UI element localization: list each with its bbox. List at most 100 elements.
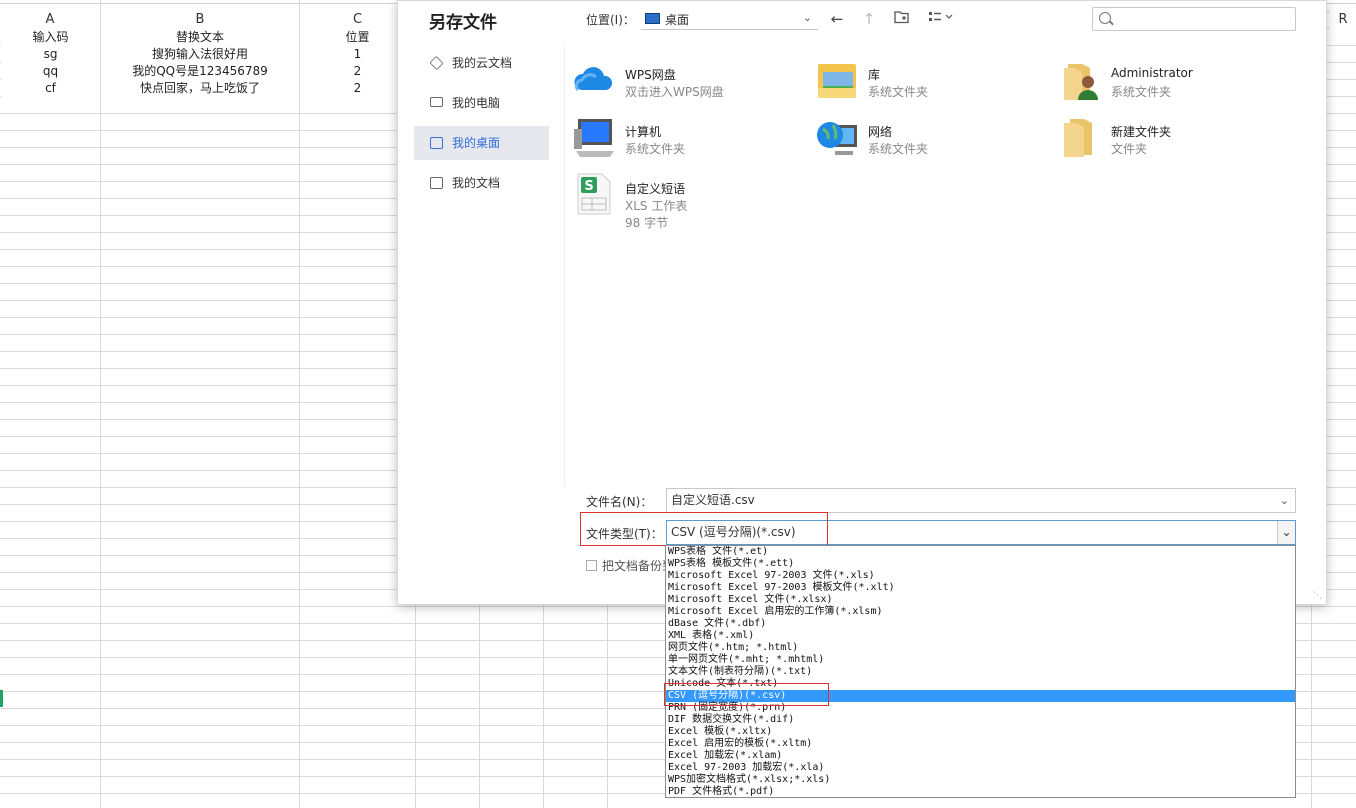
active-row-marker [0, 690, 3, 707]
cloud-icon [574, 67, 613, 92]
dropdown-option[interactable]: DIF 数据交换文件(*.dif) [666, 714, 1295, 726]
sidebar-item-label: 我的电脑 [452, 96, 501, 110]
file-subtitle: 系统文件夹 [868, 85, 929, 99]
dropdown-option[interactable]: Microsoft Excel 文件(*.xlsx) [666, 594, 1295, 606]
dropdown-option[interactable]: 文本文件(制表符分隔)(*.txt) [666, 666, 1295, 678]
file-item-network[interactable]: 网络 系统文件夹 [813, 113, 1043, 163]
dialog-title: 另存文件 [429, 13, 497, 33]
library-icon [818, 64, 856, 98]
column-divider [100, 0, 101, 808]
spreadsheet-file-icon: S [577, 173, 611, 215]
file-name: Administrator [1111, 66, 1193, 80]
filename-field[interactable]: 自定义短语.csv ⌄ [666, 488, 1296, 513]
cell-a4[interactable]: cf [1, 80, 100, 97]
chevron-down-icon[interactable]: ⌄ [1277, 521, 1295, 544]
file-subtitle: XLS 工作表 [625, 199, 688, 213]
backup-label: 把文档备份到 [602, 559, 675, 573]
filetype-dropdown-list: WPS表格 文件(*.et) WPS表格 模板文件(*.ett) Microsoft… [665, 545, 1296, 798]
column-divider [299, 0, 300, 808]
file-subtitle: 系统文件夹 [625, 142, 686, 156]
file-item-wps-cloud[interactable]: WPS网盘 双击进入WPS网盘 [570, 56, 800, 106]
save-as-dialog: 另存文件 位置(I)： 桌面 ⌄ ← ↑ 我的云文档 我的电脑 我的桌面 我的文… [397, 0, 1327, 605]
user-folder-icon [1064, 64, 1098, 100]
dropdown-option[interactable]: XML 表格(*.xml) [666, 630, 1295, 642]
column-header-r[interactable]: R [1330, 11, 1356, 29]
dropdown-option[interactable]: dBase 文件(*.dbf) [666, 618, 1295, 630]
file-name: 计算机 [625, 125, 662, 139]
file-name: 自定义短语 [625, 182, 686, 196]
location-select[interactable]: 桌面 ⌄ [641, 8, 818, 30]
svg-text:S: S [584, 179, 593, 194]
search-input[interactable] [1092, 7, 1296, 31]
file-name: WPS网盘 [625, 68, 676, 82]
file-subtitle: 文件夹 [1111, 142, 1148, 156]
sidebar-item-desktop[interactable]: 我的桌面 [414, 126, 549, 160]
dropdown-option[interactable]: 网页文件(*.htm; *.html) [666, 642, 1295, 654]
file-subtitle: 双击进入WPS网盘 [625, 85, 724, 99]
cell-a1[interactable]: 输入码 [1, 29, 100, 46]
file-name: 新建文件夹 [1111, 125, 1172, 139]
chevron-down-icon[interactable]: ⌄ [1280, 489, 1289, 512]
monitor-icon [430, 97, 443, 107]
file-size: 98 字节 [625, 216, 669, 230]
cell-b3[interactable]: 我的QQ号是123456789 [101, 63, 299, 80]
dropdown-option[interactable]: Microsoft Excel 97-2003 文件(*.xls) [666, 570, 1295, 582]
dropdown-option[interactable]: WPS表格 模板文件(*.ett) [666, 558, 1295, 570]
dropdown-option[interactable]: PDF 文件格式(*.pdf) [666, 786, 1295, 797]
dropdown-option[interactable]: Excel 启用宏的模板(*.xltm) [666, 738, 1295, 750]
file-item-administrator[interactable]: Administrator 系统文件夹 [1056, 56, 1286, 106]
highlight-box [580, 512, 828, 546]
location-label: 位置(I)： [586, 13, 635, 27]
file-name: 网络 [868, 125, 893, 139]
file-list: WPS网盘 双击进入WPS网盘 库 系统文件夹 Administrator 系统… [570, 56, 1310, 236]
backup-option[interactable]: 把文档备份到 [586, 557, 674, 574]
cell-b1[interactable]: 替换文本 [101, 29, 299, 46]
back-arrow-icon[interactable]: ← [826, 8, 848, 30]
chevron-down-icon: ⌄ [802, 11, 812, 24]
file-name: 库 [868, 68, 881, 82]
sidebar-item-cloud-docs[interactable]: 我的云文档 [414, 46, 549, 80]
view-mode-icon[interactable] [926, 8, 958, 30]
dropdown-option[interactable]: Excel 97-2003 加载宏(*.xla) [666, 762, 1295, 774]
new-folder-icon[interactable] [891, 8, 913, 30]
filename-value: 自定义短语.csv [671, 493, 755, 507]
up-arrow-icon[interactable]: ↑ [858, 8, 880, 30]
dialog-sidebar: 我的云文档 我的电脑 我的桌面 我的文档 [414, 46, 549, 206]
dropdown-option[interactable]: Excel 加载宏(*.xlam) [666, 750, 1295, 762]
cell-a3[interactable]: qq [1, 63, 100, 80]
sidebar-item-label: 我的文档 [452, 176, 501, 190]
dropdown-option[interactable]: 单一网页文件(*.mht; *.mhtml) [666, 654, 1295, 666]
resize-grip-icon[interactable]: ⋱ [1313, 591, 1322, 601]
network-globe-icon [817, 122, 857, 155]
column-header-a[interactable]: A [0, 11, 100, 29]
file-item-new-folder[interactable]: 新建文件夹 文件夹 [1056, 113, 1286, 163]
dropdown-option[interactable]: Excel 模板(*.xltx) [666, 726, 1295, 738]
file-item-custom-phrases[interactable]: S 自定义短语 XLS 工作表 98 字节 [570, 170, 800, 232]
dropdown-option[interactable]: WPS加密文档格式(*.xlsx;*.xls) [666, 774, 1295, 786]
folder-icon [430, 177, 443, 189]
sidebar-item-label: 我的云文档 [452, 56, 513, 70]
file-item-library[interactable]: 库 系统文件夹 [813, 56, 1043, 106]
dropdown-option[interactable]: WPS表格 文件(*.et) [666, 546, 1295, 558]
cell-b4[interactable]: 快点回家，马上吃饭了 [101, 80, 299, 97]
cube-icon [429, 55, 444, 71]
column-header-b[interactable]: B [101, 11, 299, 29]
dropdown-option[interactable]: Microsoft Excel 启用宏的工作簿(*.xlsm) [666, 606, 1295, 618]
sidebar-divider [564, 46, 565, 486]
search-icon [1099, 12, 1111, 24]
cell-a2[interactable]: sg [1, 46, 100, 63]
dropdown-option[interactable]: Microsoft Excel 97-2003 模板文件(*.xlt) [666, 582, 1295, 594]
filename-label: 文件名(N)： [586, 495, 653, 509]
folder-icon [1064, 119, 1092, 157]
sidebar-item-my-computer[interactable]: 我的电脑 [414, 86, 549, 120]
file-subtitle: 系统文件夹 [1111, 85, 1172, 99]
cell-b2[interactable]: 搜狗输入法很好用 [101, 46, 299, 63]
backup-checkbox[interactable] [586, 560, 597, 571]
file-item-computer[interactable]: 计算机 系统文件夹 [570, 113, 800, 163]
file-subtitle: 系统文件夹 [868, 142, 929, 156]
sidebar-item-my-documents[interactable]: 我的文档 [414, 166, 549, 200]
highlight-box [664, 683, 829, 706]
sidebar-item-label: 我的桌面 [452, 136, 501, 150]
location-value: 桌面 [665, 13, 690, 27]
desktop-icon [645, 13, 660, 24]
